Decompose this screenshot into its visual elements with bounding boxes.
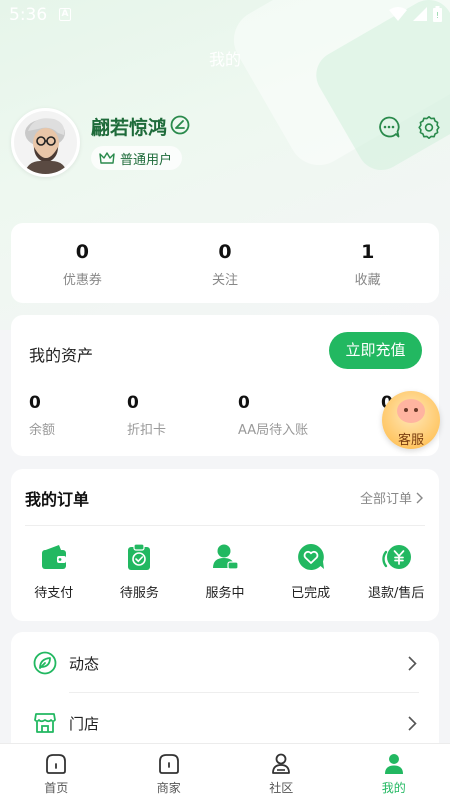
menu-label: 门店 — [69, 714, 100, 733]
stat-following[interactable]: 0 关注 — [154, 223, 297, 303]
menu-item-moments[interactable]: 动态 — [11, 634, 439, 692]
battery-icon: ! — [433, 6, 442, 22]
tab-label: 我的 — [381, 781, 406, 795]
verified-icon — [170, 115, 190, 135]
tab-community[interactable]: 社区 — [225, 744, 338, 800]
divider — [69, 692, 419, 693]
clipboard-check-icon — [128, 543, 151, 570]
stat-value: 0 — [218, 241, 232, 263]
order-pending-service[interactable]: 待服务 — [97, 542, 183, 601]
order-label: 退款/售后 — [367, 586, 425, 601]
stat-label: 优惠券 — [62, 273, 102, 288]
order-completed[interactable]: 已完成 — [268, 542, 354, 601]
asset-discount-card[interactable]: 0 折扣卡 — [127, 393, 166, 438]
message-icon[interactable] — [377, 115, 401, 139]
settings-icon[interactable] — [417, 115, 441, 139]
profile-icon — [384, 754, 403, 774]
tab-merchants[interactable]: 商家 — [113, 744, 226, 800]
wifi-icon — [389, 7, 407, 21]
stats-card: 0 优惠券 0 关注 1 收藏 — [11, 223, 439, 303]
stat-favorites[interactable]: 1 收藏 — [296, 223, 439, 303]
status-bar: 5:36 A ! — [0, 0, 450, 30]
asset-label: AA局待入账 — [238, 423, 309, 438]
asset-label: 折扣卡 — [127, 423, 167, 438]
order-pending-payment[interactable]: 待支付 — [11, 542, 97, 601]
asset-value: 0 — [238, 393, 250, 413]
recharge-button[interactable]: 立即充值 — [329, 332, 422, 369]
customer-service-button[interactable]: 客服 — [382, 391, 440, 449]
stat-value: 1 — [361, 241, 375, 263]
order-label: 待支付 — [34, 586, 74, 601]
assets-title: 我的资产 — [29, 346, 94, 365]
chevron-right-icon — [408, 655, 417, 671]
heart-chat-icon — [297, 544, 324, 570]
orders-card: 我的订单 全部订单 待支付 待服务 服务中 已完成 退款/售后 — [11, 469, 439, 621]
tab-home[interactable]: 首页 — [0, 744, 113, 800]
tab-profile[interactable]: 我的 — [338, 744, 450, 800]
order-in-service[interactable]: 服务中 — [182, 542, 268, 601]
chevron-right-icon — [416, 492, 423, 503]
community-icon — [272, 753, 291, 774]
chevron-right-icon — [408, 715, 417, 731]
customer-service-label: 客服 — [397, 433, 424, 448]
asset-aa-pending[interactable]: 0 AA局待入账 — [238, 393, 308, 438]
home-icon — [46, 754, 67, 774]
merchant-icon — [158, 754, 179, 774]
svg-text:!: ! — [436, 11, 439, 20]
stat-label: 关注 — [212, 273, 239, 288]
tab-label: 首页 — [44, 781, 69, 795]
signal-icon — [413, 7, 427, 21]
user-level-label: 普通用户 — [120, 152, 173, 168]
store-icon — [34, 713, 56, 733]
stat-value: 0 — [75, 241, 89, 263]
tab-label: 商家 — [156, 781, 181, 795]
stat-label: 收藏 — [354, 273, 381, 288]
orders-title: 我的订单 — [25, 490, 90, 509]
wallet-icon — [41, 545, 66, 569]
all-orders-label: 全部订单 — [359, 492, 412, 507]
menu-label: 动态 — [69, 654, 100, 673]
asset-value: 0 — [29, 393, 41, 413]
order-refund[interactable]: 退款/售后 — [353, 542, 439, 601]
divider — [25, 525, 425, 526]
crown-icon — [99, 152, 115, 164]
order-label: 待服务 — [119, 586, 159, 601]
status-time: 5:36 — [9, 5, 48, 25]
page-title: 我的 — [208, 50, 241, 69]
stat-coupons[interactable]: 0 优惠券 — [11, 223, 154, 303]
user-service-icon — [212, 544, 239, 570]
avatar[interactable] — [11, 108, 80, 177]
assets-card: 我的资产 立即充值 0 余额 0 折扣卡 0 AA局待入账 0 — [11, 315, 439, 456]
tab-label: 社区 — [269, 781, 294, 795]
leaf-icon — [33, 651, 57, 675]
order-label: 已完成 — [291, 586, 331, 601]
asset-label: 余额 — [29, 423, 56, 438]
asset-balance[interactable]: 0 余额 — [29, 393, 55, 438]
refund-yen-icon — [382, 545, 412, 569]
status-icons: ! — [389, 6, 442, 22]
order-label: 服务中 — [205, 586, 245, 601]
all-orders-link[interactable]: 全部订单 — [360, 488, 423, 507]
bottom-tab-bar: 首页 商家 社区 我的 — [0, 743, 450, 800]
username: 翩若惊鸿 — [91, 117, 168, 139]
user-level-badge: 普通用户 — [91, 146, 183, 170]
asset-value: 0 — [127, 393, 139, 413]
notification-icon: A — [59, 8, 71, 21]
